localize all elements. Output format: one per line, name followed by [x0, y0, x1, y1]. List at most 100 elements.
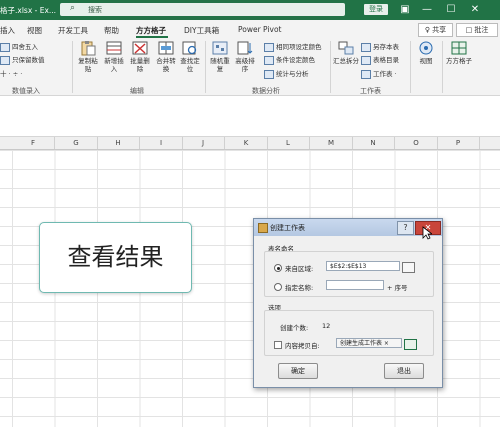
sheet-directory-button[interactable]: 表格目录: [361, 54, 399, 65]
values-icon: [0, 55, 10, 65]
search-icon: ⌕: [70, 3, 76, 13]
find-icon: [181, 40, 199, 56]
column-header[interactable]: J: [182, 137, 225, 149]
view-icon: [417, 40, 435, 56]
save-sheet-button[interactable]: 另存本表: [361, 41, 399, 52]
save-icon: [361, 42, 371, 52]
copy-content-input[interactable]: 创建生成工作表 ×: [336, 338, 402, 348]
radio-from-range[interactable]: [274, 264, 282, 272]
maximize-icon[interactable]: ☐: [444, 3, 458, 17]
summary-split-button[interactable]: 汇总拆分: [333, 40, 359, 65]
minimize-icon[interactable]: —: [420, 3, 434, 17]
custom-name-label: 指定名称:: [285, 284, 314, 292]
directory-icon: [361, 55, 371, 65]
tab-fangfang[interactable]: 方方格子: [136, 25, 166, 36]
view-result-button[interactable]: 查看结果: [39, 222, 192, 293]
clipboard-icon: [79, 40, 97, 56]
share-button[interactable]: ♀ 共享: [418, 23, 453, 37]
create-count-label: 创建个数:: [280, 324, 309, 332]
worksheet-button[interactable]: 工作表 ·: [361, 68, 397, 79]
round-icon: [0, 42, 10, 52]
conditional-color-button[interactable]: 条件设定颜色: [264, 54, 315, 65]
random-icon: [211, 40, 229, 56]
summary-icon: [337, 40, 355, 56]
random-repeat-button[interactable]: 随机重复: [208, 40, 232, 73]
exit-button[interactable]: 退出: [384, 363, 424, 379]
ribbon-item-arith[interactable]: 十 · ÷ ·: [0, 68, 22, 78]
tab-diy-toolbox[interactable]: DIY工具箱: [184, 25, 219, 36]
group-label-analysis: 数据分析: [252, 87, 280, 95]
sheet-picker-icon[interactable]: [404, 339, 417, 350]
copy-content-label: 内容拷贝自:: [285, 342, 320, 350]
group-label-numeric: 数值录入: [12, 87, 40, 95]
range-picker-icon[interactable]: [402, 262, 415, 273]
ribbon-separator: [410, 41, 411, 93]
tab-help[interactable]: 帮助: [104, 25, 119, 36]
login-button[interactable]: 登录: [364, 4, 388, 15]
copy-paste-button[interactable]: 复制粘贴: [76, 40, 100, 73]
tab-insert[interactable]: 插入: [0, 25, 15, 36]
merge-convert-button[interactable]: 合并转换: [154, 40, 178, 73]
advanced-sort-button[interactable]: 高级排序: [233, 40, 257, 73]
column-header[interactable]: M: [310, 137, 353, 149]
title-bar: 格子.xlsx - Ex... ⌕ 搜索 登录 ▣ — ☐ ✕: [0, 0, 500, 20]
from-range-label: 来自区域:: [285, 265, 314, 273]
formula-bar-area[interactable]: [0, 96, 500, 137]
help-button[interactable]: ?: [397, 221, 414, 235]
ok-button[interactable]: 确定: [278, 363, 318, 379]
ribbon-separator: [330, 41, 331, 93]
column-header[interactable]: H: [97, 137, 140, 149]
view-result-label: 查看结果: [67, 243, 164, 271]
ribbon-item-values-only[interactable]: 只保留数值: [0, 54, 45, 65]
group-label-edit: 编辑: [130, 87, 144, 95]
create-sheet-dialog: 创建工作表 ? ✕ 表名命名 来自区域: $E$2:$E$13 指定名称: + …: [253, 218, 443, 388]
tab-developer[interactable]: 开发工具: [58, 25, 88, 36]
column-header[interactable]: L: [267, 137, 310, 149]
custom-name-input[interactable]: [326, 280, 384, 290]
column-header[interactable]: K: [225, 137, 268, 149]
mouse-cursor-icon: [422, 226, 432, 240]
tab-power-pivot[interactable]: Power Pivot: [238, 25, 281, 34]
column-headers: F G H I J K L M N O P: [0, 137, 500, 150]
seq-label: + 序号: [387, 284, 408, 292]
comment-button[interactable]: □ 批注: [456, 23, 498, 37]
delete-icon: [131, 40, 149, 56]
dialog-app-icon: [258, 223, 268, 233]
grid-icon: [450, 40, 468, 56]
search-placeholder: 搜索: [88, 6, 102, 14]
create-count-value: 12: [322, 322, 331, 330]
insert-icon: [105, 40, 123, 56]
view-button[interactable]: 视图: [414, 40, 438, 65]
insert-button[interactable]: 新增插入: [102, 40, 126, 73]
ribbon-separator: [72, 41, 73, 93]
group-label-worksheet: 工作表: [360, 87, 381, 95]
radio-custom-name[interactable]: [274, 283, 282, 291]
copy-content-checkbox[interactable]: [274, 341, 282, 349]
color-icon: [264, 42, 274, 52]
column-header[interactable]: G: [55, 137, 98, 149]
close-window-icon[interactable]: ✕: [468, 3, 482, 17]
ribbon-separator: [442, 41, 443, 93]
range-input[interactable]: $E$2:$E$13: [326, 261, 400, 271]
statistics-button[interactable]: 统计与分析: [264, 68, 309, 79]
tab-view[interactable]: 视图: [27, 25, 42, 36]
ribbon-item-round[interactable]: 四舍五入: [0, 41, 38, 52]
ribbon-display-icon[interactable]: ▣: [398, 3, 412, 17]
fangfang-button[interactable]: 方方格子: [446, 40, 472, 65]
search-box[interactable]: ⌕ 搜索: [60, 3, 345, 16]
ribbon-separator: [205, 41, 206, 93]
ribbon: 四舍五入 只保留数值 十 · ÷ · 数值录入 复制粘贴 新增插入 批量删除 合…: [0, 38, 500, 96]
column-header[interactable]: I: [140, 137, 183, 149]
column-header[interactable]: N: [352, 137, 395, 149]
condition-icon: [264, 55, 274, 65]
window-title: 格子.xlsx - Ex...: [0, 6, 57, 15]
find-locate-button[interactable]: 查找定位: [178, 40, 202, 73]
column-header[interactable]: F: [12, 137, 55, 149]
dialog-title-bar[interactable]: 创建工作表 ? ✕: [254, 219, 442, 236]
column-header[interactable]: P: [437, 137, 480, 149]
merge-icon: [157, 40, 175, 56]
batch-delete-button[interactable]: 批量删除: [128, 40, 152, 73]
column-header[interactable]: O: [395, 137, 438, 149]
dialog-title: 创建工作表: [270, 224, 305, 232]
same-color-button[interactable]: 相同项设定颜色: [264, 41, 322, 52]
